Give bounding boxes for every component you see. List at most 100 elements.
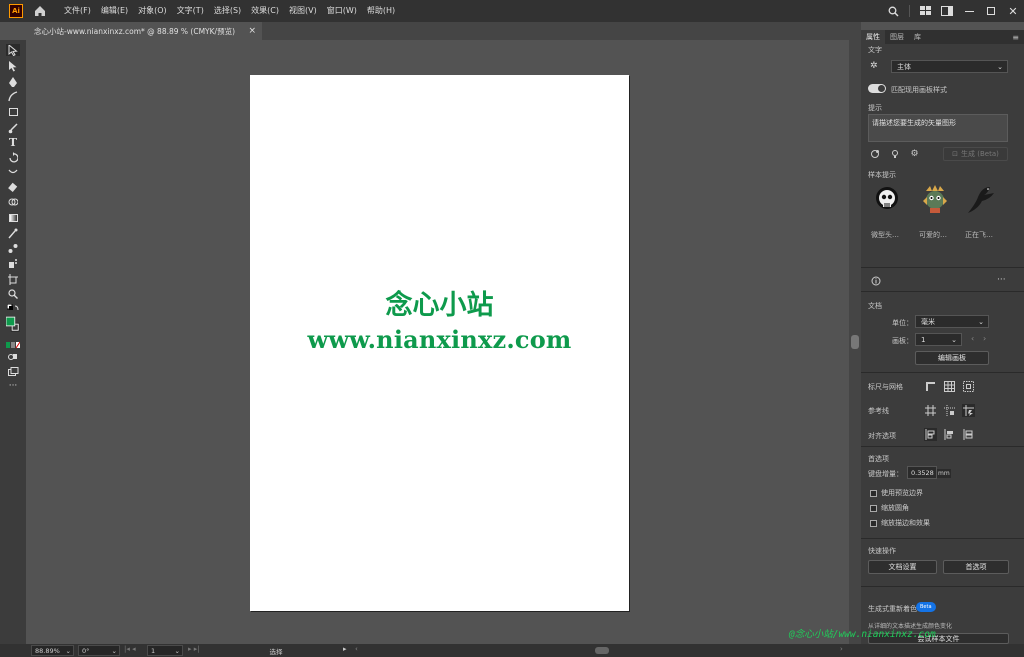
width-tool-icon[interactable] <box>6 166 20 178</box>
shape-builder-tool-icon[interactable] <box>6 196 20 208</box>
chevron-down-icon: ⌄ <box>111 646 117 655</box>
gradient-tool-icon[interactable] <box>6 212 20 224</box>
previous-artboard-icon[interactable]: ‹ <box>971 334 974 343</box>
direct-selection-tool-icon[interactable] <box>6 60 20 72</box>
artboard-text-url[interactable]: www.nianxinxz.com <box>250 325 629 354</box>
minimize-icon[interactable] <box>958 0 980 22</box>
scale-strokes-label: 缩放描边和效果 <box>881 519 930 527</box>
eraser-tool-icon[interactable] <box>6 181 20 193</box>
hscroll-left-icon[interactable]: ‹ <box>355 645 358 653</box>
rotate-tool-icon[interactable] <box>6 151 20 163</box>
next-artboard-icon[interactable]: › <box>983 334 986 343</box>
maximize-icon[interactable] <box>980 0 1002 22</box>
hscroll-right-icon[interactable]: › <box>840 645 843 653</box>
sample-skull-thumbnail[interactable] <box>870 183 904 217</box>
document-setup-button[interactable]: 文档设置 <box>868 560 937 574</box>
divider <box>861 267 1024 268</box>
generate-button[interactable]: ⊡ 生成 (Beta) <box>943 147 1008 161</box>
edit-artboards-button[interactable]: 编辑画板 <box>915 351 989 365</box>
status-menu-arrow-icon[interactable]: ▸ <box>343 645 347 653</box>
type-tool-icon[interactable]: T <box>6 136 20 149</box>
artboard[interactable]: 念心小站 www.nianxinxz.com <box>250 75 629 611</box>
search-icon[interactable] <box>882 0 904 22</box>
zoom-select[interactable]: 88.89% ⌄ <box>31 645 74 656</box>
vertical-scrollbar[interactable] <box>849 40 861 644</box>
effects-bulb-icon[interactable] <box>888 147 901 160</box>
sample-cute-character-thumbnail[interactable] <box>918 183 952 217</box>
unit-select[interactable]: 毫米 ⌄ <box>915 315 989 328</box>
panel-menu-icon[interactable]: ≡ <box>1012 33 1019 42</box>
match-style-toggle[interactable] <box>868 84 886 93</box>
scale-strokes-checkbox[interactable]: 缩放描边和效果 <box>870 518 930 528</box>
home-icon[interactable] <box>33 4 47 18</box>
scrollbar-thumb[interactable] <box>851 335 859 349</box>
menu-edit[interactable]: 编辑(E) <box>96 0 133 22</box>
color-mode-icons[interactable] <box>6 339 20 351</box>
status-mode[interactable]: 选择 <box>213 645 339 656</box>
rotation-select[interactable]: 0° ⌄ <box>78 645 120 656</box>
menu-object[interactable]: 对象(O) <box>133 0 172 22</box>
fill-stroke-swatch-icon[interactable] <box>6 315 20 335</box>
eyedropper-tool-icon[interactable] <box>6 227 20 239</box>
align-to-artboard-icon[interactable] <box>962 428 975 441</box>
ruler-icon[interactable] <box>924 380 937 393</box>
chevron-down-icon: ⌄ <box>978 317 984 326</box>
prompt-textarea[interactable]: 请描述您要生成的矢量图形 <box>868 114 1008 142</box>
style-reference-icon[interactable] <box>868 147 881 160</box>
menu-help[interactable]: 帮助(H) <box>362 0 400 22</box>
arrange-documents-icon[interactable] <box>914 0 936 22</box>
close-icon[interactable]: ✕ <box>1002 0 1024 22</box>
menu-view[interactable]: 视图(V) <box>284 0 322 22</box>
canvas-area[interactable]: 念心小站 www.nianxinxz.com <box>26 40 849 644</box>
artboard-text-title[interactable]: 念心小站 <box>250 283 629 322</box>
more-options-icon[interactable]: ··· <box>997 275 1006 285</box>
style-picker-icon[interactable]: ✲ <box>870 61 878 71</box>
default-colors-icon[interactable] <box>6 302 20 314</box>
last-artboard-icon[interactable]: ▸ ▸| <box>188 645 200 653</box>
artboard-select[interactable]: 1 ⌄ <box>915 333 962 346</box>
align-to-key-object-icon[interactable] <box>943 428 956 441</box>
selection-tool-icon[interactable] <box>6 44 20 56</box>
show-guides-icon[interactable] <box>924 404 937 417</box>
close-tab-icon[interactable]: × <box>248 26 256 36</box>
pen-tool-icon[interactable] <box>6 76 20 88</box>
tab-properties[interactable]: 属性 <box>861 30 885 44</box>
grid-icon[interactable] <box>943 380 956 393</box>
paintbrush-tool-icon[interactable] <box>6 122 20 134</box>
menu-file[interactable]: 文件(F) <box>59 0 96 22</box>
style-select-value: 主体 <box>897 62 911 71</box>
zoom-tool-icon[interactable] <box>6 288 20 300</box>
menu-select[interactable]: 选择(S) <box>209 0 246 22</box>
first-artboard-icon[interactable]: |◂ ◂ <box>124 645 136 653</box>
blend-tool-icon[interactable] <box>6 242 20 254</box>
rectangle-tool-icon[interactable] <box>6 106 20 118</box>
menu-type[interactable]: 文字(T) <box>172 0 209 22</box>
artboard-tool-icon[interactable] <box>6 273 20 285</box>
workspace-icon[interactable] <box>936 0 958 22</box>
menu-effect[interactable]: 效果(C) <box>246 0 284 22</box>
horizontal-scrollbar-thumb[interactable] <box>595 647 609 654</box>
info-icon[interactable] <box>869 274 882 287</box>
more-tools-icon[interactable]: ··· <box>6 380 20 392</box>
settings-gear-icon[interactable]: ⚙ <box>908 147 921 160</box>
screen-mode-icon[interactable] <box>6 365 20 377</box>
sample-flying-bird-thumbnail[interactable] <box>964 183 998 217</box>
symbol-sprayer-tool-icon[interactable] <box>6 257 20 269</box>
preferences-button[interactable]: 首选项 <box>943 560 1009 574</box>
tab-layers[interactable]: 图层 <box>885 30 909 44</box>
style-select[interactable]: 主体 ⌄ <box>891 60 1008 73</box>
pixel-grid-icon[interactable] <box>962 380 975 393</box>
align-to-selection-icon[interactable] <box>924 428 937 441</box>
curvature-tool-icon[interactable] <box>6 90 20 102</box>
menu-window[interactable]: 窗口(W) <box>322 0 362 22</box>
lock-guides-icon[interactable] <box>943 404 956 417</box>
smart-guides-icon[interactable] <box>962 404 975 417</box>
artboard-nav-select[interactable]: 1 ⌄ <box>147 645 183 656</box>
draw-mode-icon[interactable] <box>6 351 20 363</box>
scale-corners-checkbox[interactable]: 缩放圆角 <box>870 503 909 513</box>
preview-bounds-checkbox[interactable]: 使用预览边界 <box>870 488 923 498</box>
keyboard-increment-input[interactable]: 0.3528 <box>907 466 937 479</box>
document-tab[interactable]: 念心小站-www.nianxinxz.com* @ 88.89 % (CMYK/… <box>26 22 262 40</box>
divider <box>861 586 1024 587</box>
tab-libraries[interactable]: 库 <box>909 30 926 44</box>
